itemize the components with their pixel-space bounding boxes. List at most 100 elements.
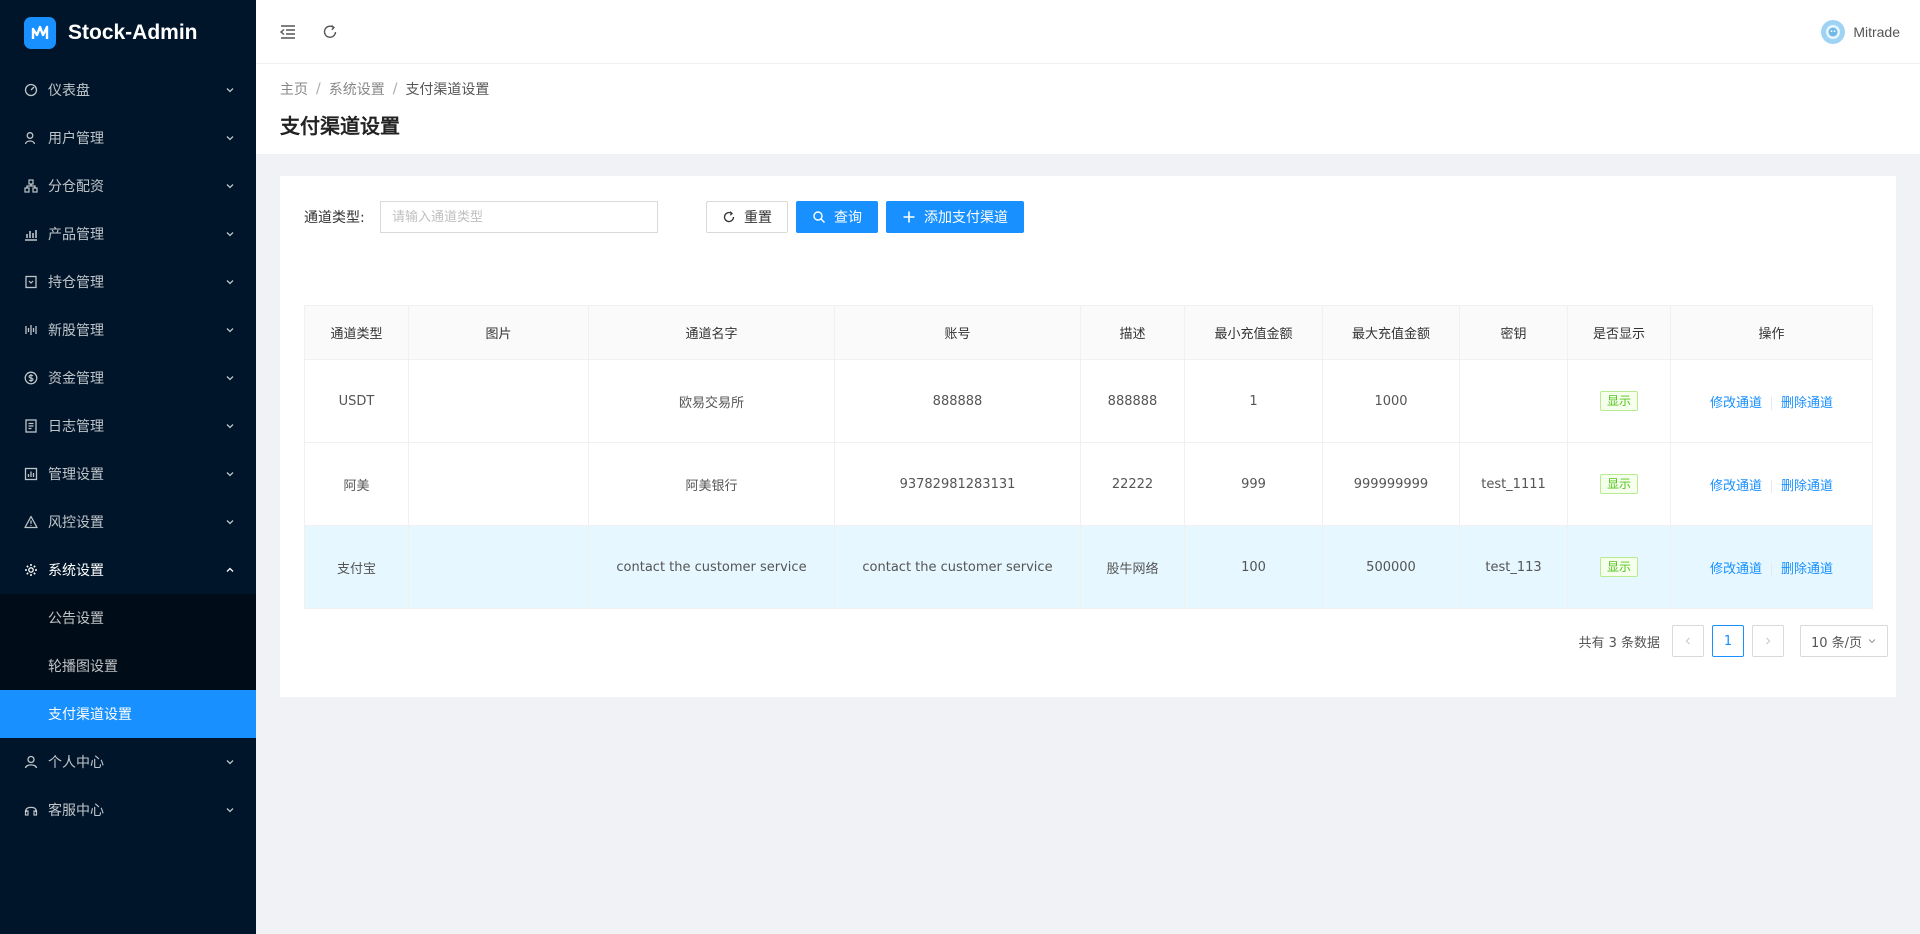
position-icon bbox=[24, 275, 38, 289]
sidebar-item-label: 资金管理 bbox=[48, 371, 104, 387]
sidebar-item-products[interactable]: 产品管理 bbox=[0, 210, 256, 258]
chevron-down-icon bbox=[226, 232, 234, 237]
chevron-down-icon bbox=[226, 424, 234, 429]
cell-desc: 888888 bbox=[1080, 359, 1185, 443]
sidebar-item-label: 持仓管理 bbox=[48, 275, 104, 291]
cell-image bbox=[408, 359, 589, 443]
reset-button-label: 重置 bbox=[744, 210, 772, 226]
sidebar-item-label: 风控设置 bbox=[48, 515, 104, 531]
sidebar-item-system-settings[interactable]: 系统设置 bbox=[0, 546, 256, 594]
search-form: 通道类型: 重置 查询 添加支付渠道 bbox=[304, 201, 1024, 233]
chevron-down-icon bbox=[226, 184, 234, 189]
query-button-label: 查询 bbox=[834, 210, 862, 226]
user-menu[interactable]: Mitrade bbox=[1821, 0, 1900, 64]
cell-account: 888888 bbox=[834, 359, 1081, 443]
person-icon bbox=[24, 755, 38, 769]
gear-icon bbox=[24, 563, 38, 577]
sidebar-item-label: 客服中心 bbox=[48, 803, 104, 819]
breadcrumb-separator: / bbox=[316, 81, 321, 97]
divider bbox=[1771, 562, 1772, 576]
chevron-down-icon bbox=[226, 88, 234, 93]
reload-icon[interactable] bbox=[320, 22, 340, 42]
divider bbox=[1771, 479, 1772, 493]
headset-icon bbox=[24, 803, 38, 817]
sidebar-item-label: 个人中心 bbox=[48, 755, 104, 771]
cell-type: 阿美 bbox=[304, 442, 409, 526]
channel-type-input[interactable] bbox=[380, 201, 658, 233]
plus-icon bbox=[902, 210, 916, 224]
cell-image bbox=[408, 442, 589, 526]
logo-icon bbox=[24, 17, 56, 49]
edit-channel-link[interactable]: 修改通道 bbox=[1710, 396, 1762, 411]
edit-channel-link[interactable]: 修改通道 bbox=[1710, 479, 1762, 494]
cell-account: contact the customer service bbox=[834, 525, 1081, 609]
chevron-down-icon bbox=[226, 808, 234, 813]
sidebar-item-label: 新股管理 bbox=[48, 323, 104, 339]
sidebar-item-admin-settings[interactable]: 管理设置 bbox=[0, 450, 256, 498]
delete-channel-link[interactable]: 删除通道 bbox=[1781, 479, 1833, 494]
sidebar-item-users[interactable]: 用户管理 bbox=[0, 114, 256, 162]
page-title: 支付渠道设置 bbox=[280, 114, 400, 138]
delete-channel-link[interactable]: 删除通道 bbox=[1781, 562, 1833, 577]
chevron-down-icon bbox=[226, 376, 234, 381]
query-button[interactable]: 查询 bbox=[796, 201, 878, 233]
prev-page-button[interactable] bbox=[1672, 625, 1704, 657]
add-payment-channel-button[interactable]: 添加支付渠道 bbox=[886, 201, 1024, 233]
cell-desc: 22222 bbox=[1080, 442, 1185, 526]
chevron-down-icon bbox=[226, 280, 234, 285]
sidebar-item-positions[interactable]: 持仓管理 bbox=[0, 258, 256, 306]
edit-channel-link[interactable]: 修改通道 bbox=[1710, 562, 1762, 577]
column-header: 操作 bbox=[1670, 305, 1873, 360]
status-badge: 显示 bbox=[1599, 557, 1638, 577]
cell-image bbox=[408, 525, 589, 609]
chevron-down-icon bbox=[226, 136, 234, 141]
signal-icon bbox=[24, 323, 38, 337]
breadcrumb-home[interactable]: 主页 bbox=[280, 79, 308, 99]
logo[interactable]: Stock-Admin bbox=[0, 0, 256, 66]
cell-key bbox=[1459, 359, 1568, 443]
sidebar-item-dashboard[interactable]: 仪表盘 bbox=[0, 66, 256, 114]
reset-button[interactable]: 重置 bbox=[706, 201, 788, 233]
next-page-button[interactable] bbox=[1752, 625, 1784, 657]
warning-icon bbox=[24, 515, 38, 529]
sidebar-item-ipo[interactable]: 新股管理 bbox=[0, 306, 256, 354]
page-header: 主页 / 系统设置 / 支付渠道设置 支付渠道设置 bbox=[256, 64, 1920, 154]
chevron-down-icon bbox=[1868, 639, 1876, 644]
column-header: 图片 bbox=[408, 305, 589, 360]
menu-fold-icon[interactable] bbox=[278, 22, 298, 42]
sidebar-item-service-center[interactable]: 客服中心 bbox=[0, 786, 256, 834]
delete-channel-link[interactable]: 删除通道 bbox=[1781, 396, 1833, 411]
fund-icon bbox=[24, 467, 38, 481]
sidebar-item-personal-center[interactable]: 个人中心 bbox=[0, 738, 256, 786]
sidebar-subitem-announcement[interactable]: 公告设置 bbox=[0, 594, 256, 642]
chevron-down-icon bbox=[226, 760, 234, 765]
page-size-select[interactable]: 10 条/页 bbox=[1800, 625, 1888, 657]
column-header: 通道名字 bbox=[588, 305, 835, 360]
cell-max: 1000 bbox=[1322, 359, 1460, 443]
column-header: 最小充值金额 bbox=[1184, 305, 1323, 360]
sidebar-subitem-carousel[interactable]: 轮播图设置 bbox=[0, 642, 256, 690]
column-header: 最大充值金额 bbox=[1322, 305, 1460, 360]
status-badge: 显示 bbox=[1599, 391, 1638, 411]
sidebar-subitem-payment-channel[interactable]: 支付渠道设置 bbox=[0, 690, 256, 738]
page-number-button[interactable]: 1 bbox=[1712, 625, 1744, 657]
cell-actions: 修改通道 删除通道 bbox=[1670, 442, 1873, 526]
sidebar-item-funds[interactable]: 资金管理 bbox=[0, 354, 256, 402]
chevron-down-icon bbox=[226, 328, 234, 333]
chevron-up-icon bbox=[226, 567, 234, 572]
cell-key: test_113 bbox=[1459, 525, 1568, 609]
app-title: Stock-Admin bbox=[68, 21, 198, 44]
sidebar-item-risk[interactable]: 风控设置 bbox=[0, 498, 256, 546]
cell-key: test_1111 bbox=[1459, 442, 1568, 526]
sidebar-item-label: 系统设置 bbox=[48, 563, 104, 579]
channel-type-label: 通道类型: bbox=[304, 210, 365, 226]
total-count: 共有 3 条数据 bbox=[1578, 635, 1660, 651]
cell-desc: 股牛网络 bbox=[1080, 525, 1185, 609]
sidebar-item-label: 分仓配资 bbox=[48, 179, 104, 195]
status-badge: 显示 bbox=[1599, 474, 1638, 494]
sidebar-item-allocation[interactable]: 分仓配资 bbox=[0, 162, 256, 210]
cell-max: 999999999 bbox=[1322, 442, 1460, 526]
sidebar-item-logs[interactable]: 日志管理 bbox=[0, 402, 256, 450]
cell-name: contact the customer service bbox=[588, 525, 835, 609]
breadcrumb-system-settings[interactable]: 系统设置 bbox=[329, 79, 385, 99]
